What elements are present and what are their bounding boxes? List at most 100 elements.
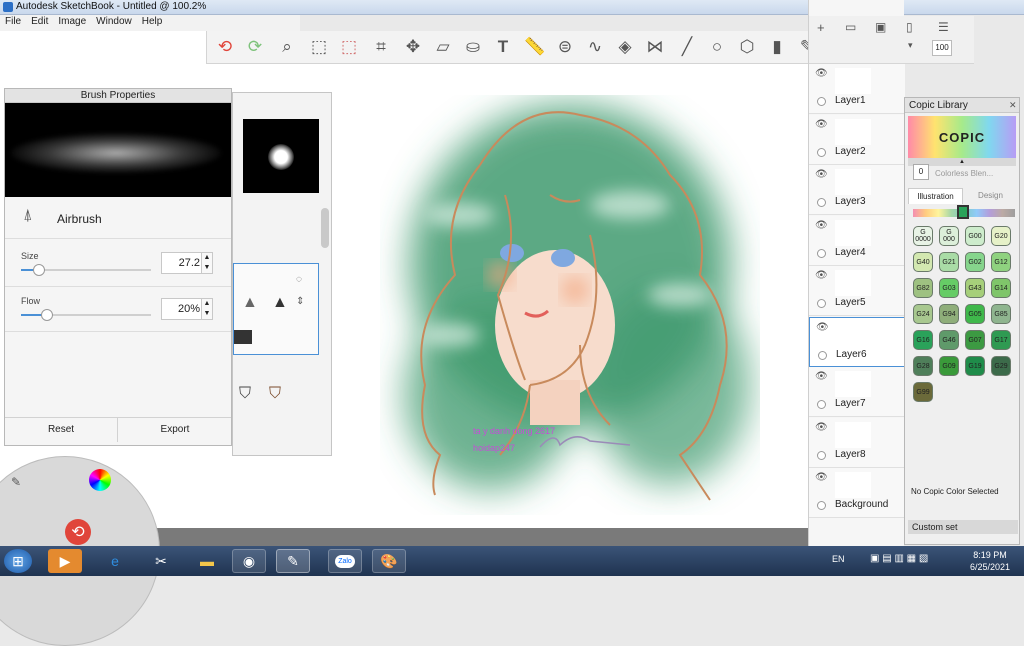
menu-file[interactable]: File (0, 15, 26, 28)
flow-stepper[interactable]: ▲ ▼ (201, 298, 213, 320)
layer-group-icon[interactable]: ▭ (845, 20, 856, 34)
menu-window[interactable]: Window (91, 15, 137, 28)
pencil-brush-icon[interactable]: ▲ (242, 294, 258, 312)
shapes-icon[interactable]: ⬡ (735, 36, 759, 58)
chrome-icon[interactable]: ◉ (232, 549, 266, 573)
layer-select-radio[interactable] (817, 147, 826, 157)
copic-chip[interactable]: G19 (965, 356, 985, 376)
marker-brush-icon[interactable] (234, 330, 252, 344)
color-family-selected[interactable] (957, 205, 969, 219)
select-rect-icon[interactable]: ⬚ (307, 36, 331, 58)
copic-chip[interactable]: G05 (965, 304, 985, 324)
paint-brush-icon[interactable]: ⛉ (239, 385, 251, 403)
copic-chip[interactable]: G12 (991, 252, 1011, 272)
ruler-icon[interactable]: 📏 (523, 36, 547, 58)
flow-slider[interactable] (21, 309, 151, 321)
layer-select-radio[interactable] (817, 501, 826, 510)
custom-set-dropdown[interactable]: Custom set (908, 520, 1018, 534)
copic-chip[interactable]: G21 (939, 252, 959, 272)
add-image-icon[interactable]: ▣ (875, 20, 886, 34)
copic-chip[interactable]: G07 (965, 330, 985, 350)
layer-row[interactable]: 👁 Background (809, 468, 905, 518)
reset-button[interactable]: Reset (5, 418, 118, 442)
layer-select-radio[interactable] (817, 450, 826, 460)
layer-row[interactable]: 👁 Layer1 (809, 64, 905, 114)
copic-chip[interactable]: G99 (913, 382, 933, 402)
copic-chip[interactable]: G20 (991, 226, 1011, 246)
color-puck-icon[interactable] (89, 469, 111, 491)
layer-select-radio[interactable] (817, 97, 826, 106)
tab-design[interactable]: Design (963, 188, 1018, 204)
copic-chip[interactable]: G 0000 (913, 226, 933, 246)
zalo-icon[interactable]: Zalo (328, 549, 362, 573)
blend-mode-dropdown[interactable]: ▾ (908, 40, 913, 51)
line-icon[interactable]: ╱ (675, 36, 699, 58)
menu-edit[interactable]: Edit (26, 15, 53, 28)
language-indicator[interactable]: EN (832, 554, 845, 564)
select-lasso-icon[interactable]: ⬚ (337, 36, 361, 58)
transform-icon[interactable]: ✥ (401, 36, 425, 58)
flow-slider-knob[interactable] (41, 309, 53, 321)
size-slider[interactable] (21, 264, 151, 276)
layer-row[interactable]: 👁 Layer8 (809, 417, 905, 468)
copic-icon[interactable]: ▮ (765, 36, 789, 58)
visibility-icon[interactable]: 👁 (815, 472, 828, 483)
add-layer-icon[interactable]: + (817, 20, 825, 35)
menu-image[interactable]: Image (53, 15, 91, 28)
sketchbook-taskbar-icon[interactable]: ✎ (276, 549, 310, 573)
reorder-icon[interactable]: ⇕ (296, 296, 304, 307)
file-explorer-icon[interactable]: ▬ (190, 549, 224, 573)
layer-opacity-input[interactable]: 100 (932, 40, 952, 56)
close-icon[interactable]: ✕ (1009, 100, 1017, 111)
copic-chip[interactable]: G82 (913, 278, 933, 298)
distort-icon[interactable]: ▱ (431, 36, 455, 58)
export-button[interactable]: Export (119, 418, 231, 442)
oil-brush-icon[interactable]: ⛉ (269, 385, 281, 403)
brush-set-selected[interactable]: ▲ ▲ ⇕ ◌ (233, 263, 319, 355)
layer-select-radio[interactable] (818, 350, 827, 360)
copic-chip[interactable]: G14 (991, 278, 1011, 298)
copic-chip[interactable]: G85 (991, 304, 1011, 324)
snipping-tool-icon[interactable]: ✂ (144, 549, 178, 573)
layer-select-radio[interactable] (817, 198, 826, 207)
visibility-icon[interactable]: 👁 (815, 270, 828, 281)
visibility-icon[interactable]: 👁 (816, 322, 829, 333)
visibility-icon[interactable]: 👁 (815, 68, 828, 79)
clock[interactable]: 8:19 PM 6/25/2021 (970, 549, 1010, 573)
internet-explorer-icon[interactable]: e (98, 549, 132, 573)
copic-chip[interactable]: G03 (939, 278, 959, 298)
crop-icon[interactable]: ⌗ (369, 36, 393, 58)
redo-icon[interactable]: ⟳ (243, 36, 267, 58)
undo-icon[interactable]: ⟲ (213, 36, 237, 58)
start-button[interactable]: ⊞ (4, 549, 32, 573)
circle-icon[interactable]: ○ (705, 36, 729, 58)
copic-chip[interactable]: G29 (991, 356, 1011, 376)
brush-library-scrollbar[interactable] (321, 208, 329, 248)
size-stepper[interactable]: ▲ ▼ (201, 252, 213, 274)
layer-select-radio[interactable] (817, 248, 826, 258)
visibility-icon[interactable]: 👁 (815, 422, 828, 433)
bucket-icon[interactable]: ⛀ (461, 36, 485, 58)
layer-properties-icon[interactable]: ▯ (906, 20, 913, 34)
copic-chip[interactable]: G16 (913, 330, 933, 350)
layer-row[interactable]: 👁 Layer5 (809, 266, 905, 316)
copic-chip[interactable]: G24 (913, 304, 933, 324)
copic-chip[interactable]: G00 (965, 226, 985, 246)
layer-select-radio[interactable] (817, 400, 826, 409)
visibility-icon[interactable]: 👁 (815, 119, 828, 130)
copic-chip[interactable]: G46 (939, 330, 959, 350)
copic-chip[interactable]: G02 (965, 252, 985, 272)
ellipse-guide-icon[interactable]: ⊜ (553, 36, 577, 58)
puck-brush-icon[interactable]: ✎ (11, 475, 21, 489)
size-slider-knob[interactable] (33, 264, 46, 276)
copic-chip[interactable]: G28 (913, 356, 933, 376)
symmetry-icon[interactable]: ⋈ (643, 36, 667, 58)
puck-undo-icon[interactable]: ⟲ (65, 519, 91, 545)
text-tool-icon[interactable]: T (491, 36, 515, 58)
tab-illustration[interactable]: Illustration (908, 188, 963, 204)
copic-chip[interactable]: G43 (965, 278, 985, 298)
layer-row[interactable]: 👁 Layer2 (809, 114, 905, 165)
zoom-icon[interactable]: ⌕ (275, 36, 299, 58)
visibility-icon[interactable]: 👁 (815, 371, 828, 382)
layer-menu-icon[interactable]: ☰ (938, 20, 949, 34)
